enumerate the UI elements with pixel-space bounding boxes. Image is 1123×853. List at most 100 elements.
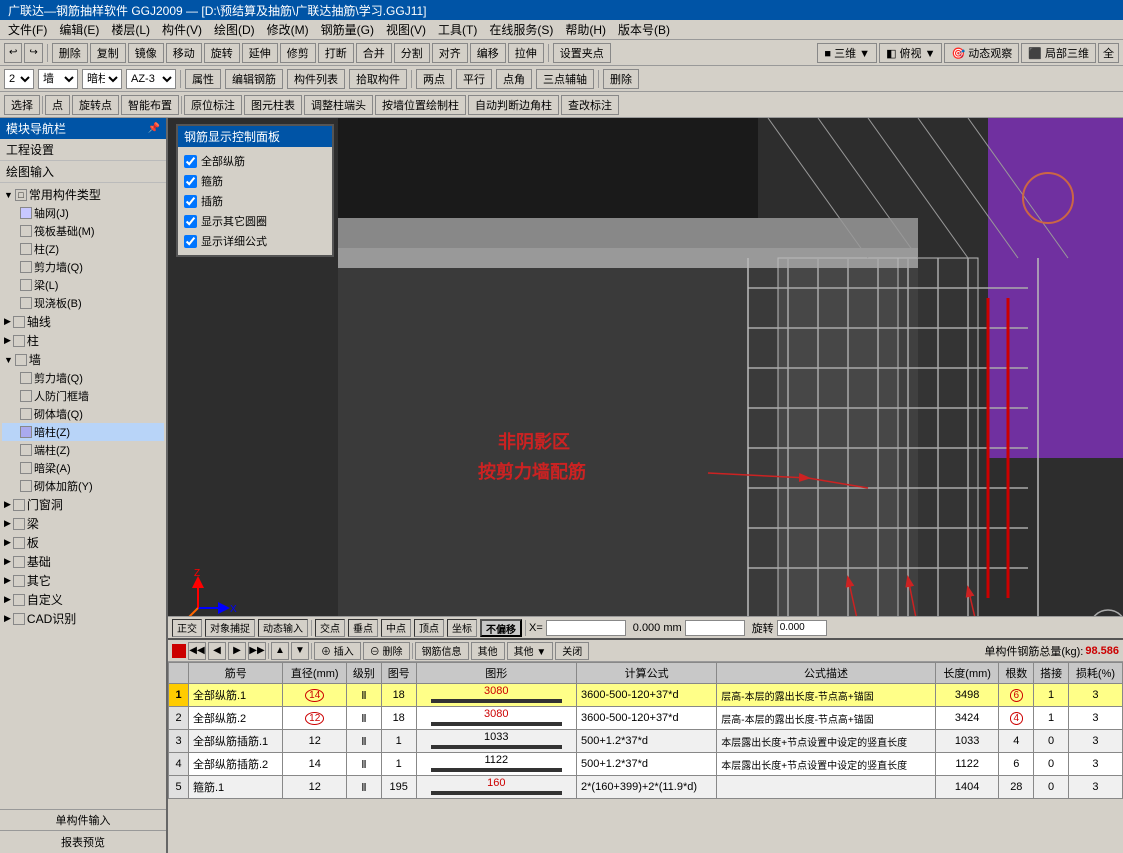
check-annotate-btn[interactable]: 查改标注	[561, 95, 619, 115]
sidebar-item-end-column[interactable]: 端柱(Z)	[2, 441, 164, 459]
sidebar-item-masonry[interactable]: 砌体墙(Q)	[2, 405, 164, 423]
report-preview-btn[interactable]: 报表预览	[0, 831, 166, 853]
menu-item-rebar-qty[interactable]: 钢筋量(G)	[315, 20, 380, 39]
sidebar-item-column[interactable]: 柱(Z)	[2, 240, 164, 258]
sidebar-item-shear-wall-2[interactable]: 剪力墙(Q)	[2, 369, 164, 387]
rebar-info-btn[interactable]: 其他	[471, 642, 505, 660]
tree-cad[interactable]: ▶ CAD识别	[2, 609, 164, 628]
scale-rebar-btn[interactable]: 钢筋信息	[415, 642, 469, 660]
sidebar-item-beam[interactable]: 梁(L)	[2, 276, 164, 294]
menu-item-tools[interactable]: 工具(T)	[432, 20, 483, 39]
column-type-select[interactable]: 暗柱	[82, 69, 122, 89]
copy-btn[interactable]: 复制	[90, 43, 126, 63]
pick-component-btn[interactable]: 拾取构件	[349, 69, 407, 89]
down-btn[interactable]: ▼	[291, 642, 309, 660]
sidebar-item-masonry-rebar[interactable]: 砌体加筋(Y)	[2, 477, 164, 495]
offset-btn[interactable]: 编移	[470, 43, 506, 63]
menu-item-help[interactable]: 帮助(H)	[559, 20, 612, 39]
rebar-checkbox-formula[interactable]: 显示详细公式	[184, 231, 326, 251]
component-list-btn[interactable]: 构件列表	[287, 69, 345, 89]
select-tool-btn[interactable]: 选择	[4, 95, 40, 115]
split-btn[interactable]: 分割	[394, 43, 430, 63]
property-btn[interactable]: 属性	[185, 69, 221, 89]
first-record-btn[interactable]: ◀◀	[188, 642, 206, 660]
no-offset-btn[interactable]: 不偏移	[480, 619, 522, 637]
close-btn[interactable]: 关闭	[555, 642, 589, 660]
two-point-btn[interactable]: 两点	[416, 69, 452, 89]
tree-custom[interactable]: ▶ 自定义	[2, 590, 164, 609]
mid-snap-btn[interactable]: 中点	[381, 619, 411, 637]
sidebar-item-shear-wall[interactable]: 剪力墙(Q)	[2, 258, 164, 276]
rebar-checkbox-all[interactable]: 全部纵筋	[184, 151, 326, 171]
insert-btn[interactable]: ⊕ 插入	[314, 642, 361, 660]
rotate-point-btn[interactable]: 旋转点	[72, 95, 119, 115]
rebar-checkbox-stirrup[interactable]: 箍筋	[184, 171, 326, 191]
sidebar-item-axis[interactable]: 轴网(J)	[2, 204, 164, 222]
remove-btn[interactable]: ⊖ 删除	[363, 642, 410, 660]
point-tool-btn[interactable]: 点	[45, 95, 70, 115]
sidebar-section-drawing[interactable]: 绘图输入	[0, 161, 166, 183]
tree-column[interactable]: ▶ 柱	[2, 331, 164, 350]
3d-btn[interactable]: ■ 三维 ▼	[817, 43, 877, 63]
rotate-input[interactable]	[777, 620, 827, 636]
vertex-snap-btn[interactable]: 顶点	[414, 619, 444, 637]
stretch-btn[interactable]: 拉伸	[508, 43, 544, 63]
mirror-btn[interactable]: 镜像	[128, 43, 164, 63]
rebar-checkbox-insert[interactable]: 插筋	[184, 191, 326, 211]
full-view-btn[interactable]: 全	[1098, 43, 1119, 63]
tree-foundation[interactable]: ▶ 基础	[2, 552, 164, 571]
align-btn[interactable]: 对齐	[432, 43, 468, 63]
set-grip-btn[interactable]: 设置夹点	[553, 43, 611, 63]
sidebar-pin-icon[interactable]: 📌	[148, 123, 160, 134]
rebar-checkbox-circle[interactable]: 显示其它圆圈	[184, 211, 326, 231]
tree-other[interactable]: ▶ 其它	[2, 571, 164, 590]
y-input[interactable]	[685, 620, 745, 636]
tree-axis[interactable]: ▶ 轴线	[2, 312, 164, 331]
menu-item-online[interactable]: 在线服务(S)	[483, 20, 559, 39]
edit-rebar-btn[interactable]: 编辑钢筋	[225, 69, 283, 89]
wall-type-select[interactable]: 墙	[38, 69, 78, 89]
tree-beam[interactable]: ▶ 梁	[2, 514, 164, 533]
sidebar-item-slab[interactable]: 现浇板(B)	[2, 294, 164, 312]
sidebar-item-hidden-beam[interactable]: 暗梁(A)	[2, 459, 164, 477]
auto-corner-btn[interactable]: 自动判断边角柱	[468, 95, 559, 115]
coord-snap-btn[interactable]: 坐标	[447, 619, 477, 637]
menu-item-floor[interactable]: 楼层(L)	[105, 20, 156, 39]
redo-btn[interactable]: ↪	[24, 43, 42, 63]
menu-item-modify[interactable]: 修改(M)	[261, 20, 315, 39]
delete-aux-btn[interactable]: 删除	[603, 69, 639, 89]
local-3d-btn[interactable]: ⬛ 局部三维	[1021, 43, 1096, 63]
up-btn[interactable]: ▲	[271, 642, 289, 660]
sidebar-section-settings[interactable]: 工程设置	[0, 139, 166, 161]
next-record-btn[interactable]: ▶	[228, 642, 246, 660]
floor-select[interactable]: 2	[4, 69, 34, 89]
perspective-btn[interactable]: ◧ 俯视 ▼	[879, 43, 942, 63]
join-btn[interactable]: 合并	[356, 43, 392, 63]
intersect-snap-btn[interactable]: 交点	[315, 619, 345, 637]
menu-item-version[interactable]: 版本号(B)	[612, 20, 676, 39]
three-point-aux-btn[interactable]: 三点辅轴	[536, 69, 594, 89]
break-btn[interactable]: 打断	[318, 43, 354, 63]
tree-slab[interactable]: ▶ 板	[2, 533, 164, 552]
parallel-btn[interactable]: 平行	[456, 69, 492, 89]
sidebar-item-civil-air[interactable]: 人防门框墙	[2, 387, 164, 405]
menu-item-component[interactable]: 构件(V)	[156, 20, 208, 39]
menu-item-view[interactable]: 视图(V)	[380, 20, 432, 39]
sidebar-item-hidden-column[interactable]: 暗柱(Z)	[2, 423, 164, 441]
adjust-column-end-btn[interactable]: 调整柱端头	[304, 95, 373, 115]
extend-btn[interactable]: 延伸	[242, 43, 278, 63]
delete-btn[interactable]: 删除	[52, 43, 88, 63]
menu-item-file[interactable]: 文件(F)	[2, 20, 53, 39]
code-select[interactable]: AZ-3	[126, 69, 176, 89]
draw-column-by-wall-btn[interactable]: 按墙位置绘制柱	[375, 95, 466, 115]
table-container[interactable]: 筋号 直径(mm) 级别 图号 图形 计算公式 公式描述 长度(mm) 根数 搭…	[168, 662, 1123, 799]
perp-snap-btn[interactable]: 垂点	[348, 619, 378, 637]
tree-common[interactable]: ▼ □ 常用构件类型	[2, 185, 164, 204]
point-angle-btn[interactable]: 点角	[496, 69, 532, 89]
sidebar-item-raft[interactable]: 筏板基础(M)	[2, 222, 164, 240]
menu-item-draw[interactable]: 绘图(D)	[208, 20, 261, 39]
menu-item-edit[interactable]: 编辑(E)	[53, 20, 105, 39]
prev-record-btn[interactable]: ◀	[208, 642, 226, 660]
undo-btn[interactable]: ↩	[4, 43, 22, 63]
smart-place-btn[interactable]: 智能布置	[121, 95, 179, 115]
